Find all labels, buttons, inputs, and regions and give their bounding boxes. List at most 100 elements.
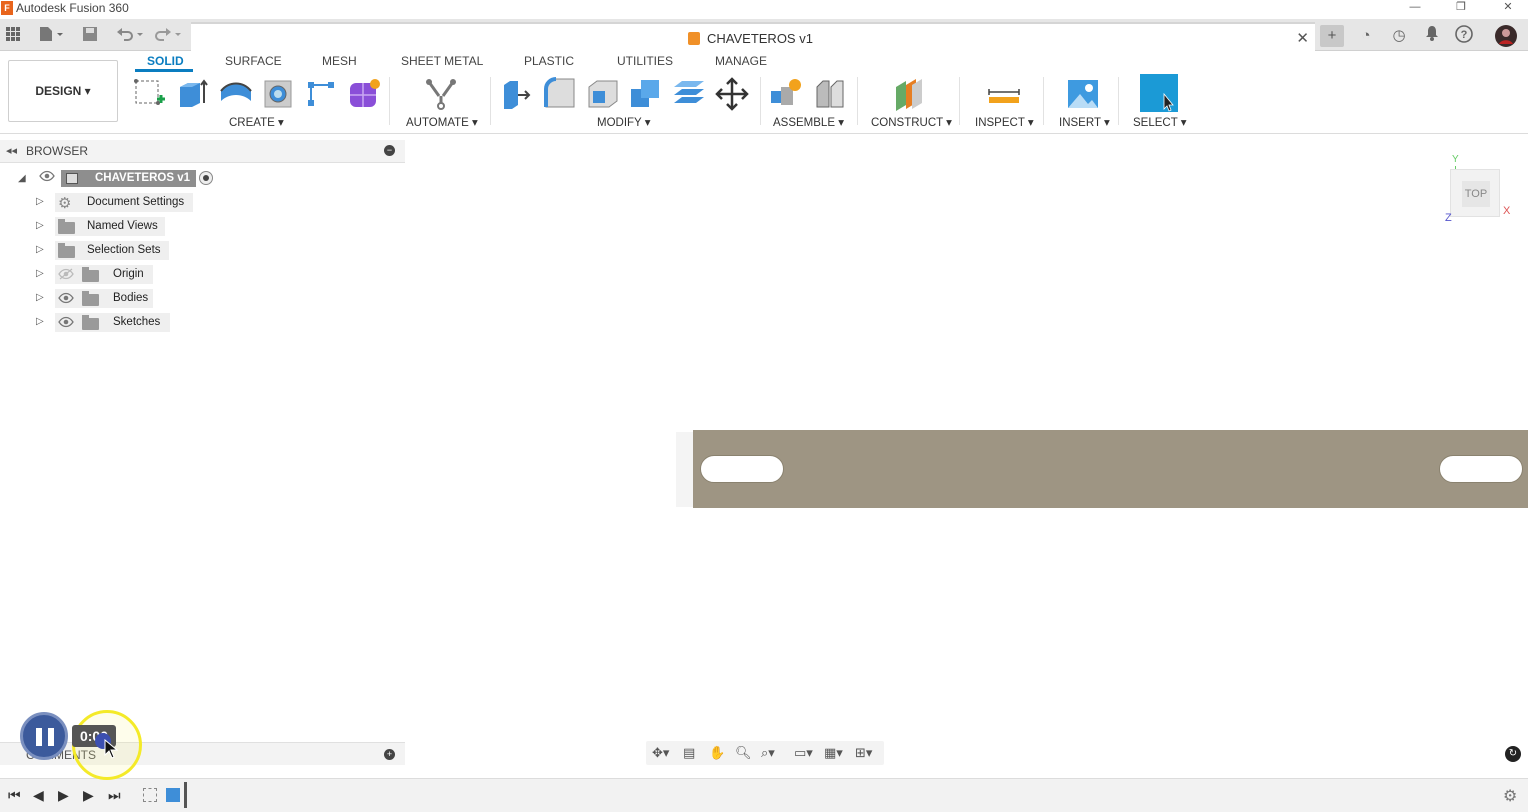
browser-root-node[interactable]: ◢ CHAVETEROS v1 — [0, 169, 230, 189]
expand-arrow-icon[interactable]: ▷ — [36, 316, 44, 327]
group-construct[interactable]: CONSTRUCT ▾ — [871, 115, 952, 129]
expand-arrow-icon[interactable]: ▷ — [36, 244, 44, 255]
job-status-icon[interactable]: ◷ — [1387, 25, 1411, 47]
timeline-sketch-feature-icon[interactable] — [143, 788, 157, 802]
help-icon[interactable]: ? — [1452, 25, 1476, 47]
new-tab-plus-icon[interactable]: + — [1320, 25, 1344, 47]
activate-radio-icon[interactable] — [199, 171, 213, 185]
tab-solid[interactable]: SOLID — [147, 54, 184, 68]
orbit-icon[interactable]: ✥▾ — [652, 745, 669, 761]
rectangular-pattern-icon[interactable] — [305, 77, 337, 111]
hole-icon[interactable] — [262, 77, 294, 111]
group-create[interactable]: CREATE ▾ — [229, 115, 284, 129]
fit-zoom-icon[interactable]: ⌕▾ — [761, 745, 775, 761]
timeline-settings-gear-icon[interactable]: ⚙ — [1503, 786, 1517, 806]
expand-arrow-icon[interactable]: ◢ — [18, 173, 26, 184]
fillet-icon[interactable] — [543, 77, 575, 111]
add-comment-icon[interactable]: + — [384, 749, 395, 760]
hidden-eye-icon[interactable] — [58, 268, 74, 283]
select-tool-icon[interactable] — [1140, 74, 1178, 112]
user-avatar[interactable] — [1494, 25, 1518, 47]
step-back-icon[interactable]: ◀ — [33, 787, 44, 804]
zoom-icon[interactable]: 🔍︎ — [735, 745, 752, 761]
group-inspect[interactable]: INSPECT ▾ — [975, 115, 1034, 129]
go-to-end-icon[interactable]: ⏭ — [108, 787, 121, 804]
new-component-icon[interactable] — [769, 77, 801, 111]
group-automate[interactable]: AUTOMATE ▾ — [406, 115, 478, 129]
extensions-icon[interactable]: ◔ — [1354, 25, 1378, 47]
play-icon[interactable]: ▶ — [58, 787, 69, 804]
visibility-eye-icon[interactable] — [58, 292, 74, 307]
viewports-icon[interactable]: ⊞▾ — [855, 745, 872, 761]
grid-settings-icon[interactable]: ▦▾ — [824, 745, 843, 761]
tab-sheet-metal[interactable]: SHEET METAL — [401, 54, 483, 68]
collapse-browser-icon[interactable]: ◂◂ — [6, 144, 17, 157]
timeline-extrude-feature-icon[interactable] — [166, 788, 180, 802]
group-modify[interactable]: MODIFY ▾ — [597, 115, 650, 129]
group-insert[interactable]: INSERT ▾ — [1059, 115, 1110, 129]
restore-button[interactable]: ❐ — [1448, 0, 1474, 16]
file-menu-icon[interactable] — [38, 26, 64, 46]
expand-arrow-icon[interactable]: ▷ — [36, 220, 44, 231]
pan-hand-icon[interactable]: ✋ — [709, 745, 725, 761]
browser-minimize-icon[interactable]: − — [384, 145, 395, 156]
display-settings-icon[interactable]: ▭▾ — [794, 745, 813, 761]
notifications-bell-icon[interactable] — [1420, 25, 1444, 47]
close-document-icon[interactable]: ✕ — [1296, 29, 1309, 47]
insert-image-icon[interactable] — [1066, 77, 1098, 111]
automate-icon[interactable] — [424, 77, 456, 111]
shell-icon[interactable] — [586, 77, 618, 111]
recording-pause-button[interactable] — [20, 712, 68, 760]
create-form-icon[interactable] — [348, 77, 380, 111]
visibility-eye-icon[interactable] — [58, 316, 74, 331]
viewcube[interactable]: TOP — [1450, 169, 1500, 217]
close-window-button[interactable]: ✕ — [1495, 0, 1521, 16]
expand-arrow-icon[interactable]: ▷ — [36, 196, 44, 207]
move-copy-icon[interactable] — [715, 77, 749, 111]
browser-item-selection-sets[interactable]: ▷ Selection Sets — [0, 241, 200, 261]
tab-surface[interactable]: SURFACE — [225, 54, 282, 68]
group-assemble[interactable]: ASSEMBLE ▾ — [773, 115, 844, 129]
revolve-icon[interactable] — [219, 77, 252, 111]
workspace-switcher[interactable]: DESIGN ▾ — [8, 60, 118, 122]
tab-utilities[interactable]: UTILITIES — [617, 54, 673, 68]
browser-item-document-settings[interactable]: ▷ ⚙ Document Settings — [0, 193, 200, 213]
chat-feedback-icon[interactable]: ↻ — [1505, 746, 1521, 762]
browser-item-label: Named Views — [87, 220, 158, 232]
offset-plane-icon[interactable] — [892, 77, 924, 111]
measure-icon[interactable] — [987, 77, 1020, 111]
redo-icon[interactable] — [154, 26, 184, 46]
window-title: Autodesk Fusion 360 — [16, 1, 129, 15]
tab-plastic[interactable]: PLASTIC — [524, 54, 574, 68]
chaveteros-body[interactable] — [693, 430, 1528, 508]
go-to-start-icon[interactable]: ⏮ — [8, 787, 21, 804]
data-panel-grid-icon[interactable] — [5, 26, 21, 46]
ribbon-separator — [760, 77, 761, 125]
step-forward-icon[interactable]: ▶ — [83, 787, 94, 804]
offset-face-icon[interactable] — [672, 77, 704, 111]
group-select[interactable]: SELECT ▾ — [1133, 115, 1187, 129]
browser-item-sketches[interactable]: ▷ Sketches — [0, 313, 200, 333]
joint-icon[interactable] — [813, 77, 845, 111]
slot-right[interactable] — [1439, 455, 1523, 483]
save-icon[interactable] — [82, 26, 98, 46]
visibility-eye-icon[interactable] — [39, 170, 55, 185]
look-at-icon[interactable]: ▤ — [683, 745, 695, 761]
slot-left[interactable] — [700, 455, 784, 483]
browser-item-bodies[interactable]: ▷ Bodies — [0, 289, 200, 309]
tab-manage[interactable]: MANAGE — [715, 54, 767, 68]
browser-item-origin[interactable]: ▷ Origin — [0, 265, 200, 285]
document-tab[interactable]: CHAVETEROS v1 ✕ — [191, 22, 1315, 51]
timeline-marker[interactable] — [184, 782, 187, 808]
viewcube-face[interactable]: TOP — [1462, 181, 1490, 207]
minimize-button[interactable]: — — [1402, 0, 1428, 16]
expand-arrow-icon[interactable]: ▷ — [36, 292, 44, 303]
combine-icon[interactable] — [629, 77, 661, 111]
tab-mesh[interactable]: MESH — [322, 54, 357, 68]
press-pull-icon[interactable] — [500, 77, 532, 111]
expand-arrow-icon[interactable]: ▷ — [36, 268, 44, 279]
undo-icon[interactable] — [116, 26, 146, 46]
browser-item-named-views[interactable]: ▷ Named Views — [0, 217, 200, 237]
create-sketch-icon[interactable] — [133, 77, 165, 111]
extrude-icon[interactable] — [176, 77, 208, 111]
